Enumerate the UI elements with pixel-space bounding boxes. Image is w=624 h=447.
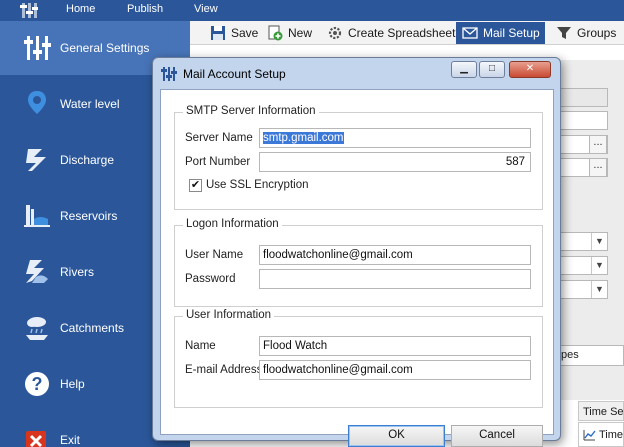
- minimize-button[interactable]: ▁: [451, 61, 477, 78]
- email-label: E-mail Address: [185, 364, 263, 376]
- sidebar-item-label: Exit: [60, 433, 81, 447]
- maximize-button[interactable]: □: [479, 61, 505, 78]
- location-pin-icon: [22, 89, 52, 119]
- exit-icon: [22, 425, 52, 447]
- checkmark-icon: ✔: [190, 179, 201, 191]
- dam-icon: [22, 201, 52, 231]
- new-document-icon: [267, 25, 283, 41]
- create-spreadsheet-button[interactable]: Create Spreadsheet: [327, 22, 455, 44]
- name-label: Name: [185, 340, 216, 352]
- mail-account-setup-dialog: Mail Account Setup ▁ □ ✕ SMTP Server Inf…: [152, 57, 561, 447]
- ribbon-tab-bar: Home Publish View: [0, 0, 624, 21]
- server-name-value: smtp.gmail.com: [263, 132, 344, 144]
- close-icon: ✕: [525, 63, 535, 74]
- browse-button[interactable]: ...: [589, 135, 607, 154]
- app-sliders-icon[interactable]: [20, 2, 38, 19]
- filter-icon: [556, 25, 572, 41]
- settings-field[interactable]: [558, 111, 608, 130]
- groups-button[interactable]: Groups: [556, 22, 624, 44]
- user-information-group: User Information Name Flood Watch E-mail…: [174, 309, 543, 408]
- user-name-label: User Name: [185, 249, 244, 261]
- time-cell-label: Time: [599, 429, 624, 441]
- group-title: SMTP Server Information: [183, 105, 319, 117]
- maximize-icon: □: [488, 63, 496, 74]
- rain-cloud-icon: [22, 313, 52, 343]
- svg-text:?: ?: [32, 374, 43, 394]
- new-button[interactable]: New: [267, 22, 315, 44]
- chevron-down-icon: ▼: [591, 233, 607, 250]
- dialog-title: Mail Account Setup: [183, 67, 286, 81]
- tab-home[interactable]: Home: [66, 3, 95, 15]
- logon-information-group: Logon Information User Name floodwatchon…: [174, 218, 543, 307]
- ssl-checkbox[interactable]: ✔: [189, 179, 202, 192]
- group-title: Logon Information: [183, 218, 282, 230]
- password-label: Password: [185, 273, 236, 285]
- sidebar-item-label: Catchments: [60, 321, 125, 335]
- sidebar-item-label: General Settings: [60, 41, 150, 55]
- chevron-down-icon: ▼: [591, 257, 607, 274]
- time-series-column-header[interactable]: Time Seri: [578, 401, 624, 421]
- password-input[interactable]: [259, 269, 531, 289]
- time-cell[interactable]: Time: [578, 422, 624, 447]
- port-number-input[interactable]: 587: [259, 152, 531, 172]
- tab-view[interactable]: View: [194, 3, 218, 15]
- tab-publish[interactable]: Publish: [127, 3, 163, 15]
- group-title: User Information: [183, 309, 275, 321]
- settings-dropdown[interactable]: ▼: [558, 232, 608, 251]
- save-icon: [210, 25, 226, 41]
- settings-dropdown[interactable]: ▼: [558, 280, 608, 299]
- sliders-icon: [161, 66, 177, 82]
- settings-field[interactable]: [558, 88, 608, 107]
- mail-setup-button[interactable]: Mail Setup: [456, 22, 545, 44]
- save-button[interactable]: Save: [210, 22, 258, 44]
- mail-icon: [462, 25, 478, 41]
- help-icon: ?: [22, 369, 52, 399]
- email-field[interactable]: floodwatchonline@gmail.com: [259, 360, 531, 380]
- user-name-input[interactable]: floodwatchonline@gmail.com: [259, 245, 531, 265]
- chevron-down-icon: ▼: [591, 281, 607, 298]
- port-number-label: Port Number: [185, 156, 251, 168]
- smtp-server-group: SMTP Server Information Server Name smtp…: [174, 105, 543, 210]
- minimize-icon: ▁: [460, 63, 468, 74]
- cancel-button[interactable]: Cancel: [451, 425, 543, 447]
- settings-dropdown[interactable]: ▼: [558, 256, 608, 275]
- name-input[interactable]: Flood Watch: [259, 336, 531, 356]
- sidebar-item-label: Help: [60, 377, 85, 391]
- line-chart-icon: [583, 429, 596, 441]
- dialog-body: SMTP Server Information Server Name smtp…: [160, 89, 554, 447]
- sidebar-item-label: Water level: [60, 97, 120, 111]
- sidebar-item-label: Rivers: [60, 265, 95, 279]
- spreadsheet-gear-icon: [327, 25, 343, 41]
- sliders-icon: [22, 33, 52, 63]
- server-name-input[interactable]: smtp.gmail.com: [259, 128, 531, 148]
- sidebar-item-label: Reservoirs: [60, 209, 118, 223]
- water-wave-icon: [22, 145, 52, 175]
- close-button[interactable]: ✕: [509, 61, 551, 78]
- ok-button[interactable]: OK: [348, 425, 445, 447]
- sidebar-item-label: Discharge: [60, 153, 115, 167]
- river-icon: [22, 257, 52, 287]
- toolbar: Save New Create Spreadsheet Mail Setup G…: [190, 21, 624, 45]
- ssl-checkbox-label: Use SSL Encryption: [206, 179, 309, 191]
- server-name-label: Server Name: [185, 132, 253, 144]
- browse-button[interactable]: ...: [589, 158, 607, 177]
